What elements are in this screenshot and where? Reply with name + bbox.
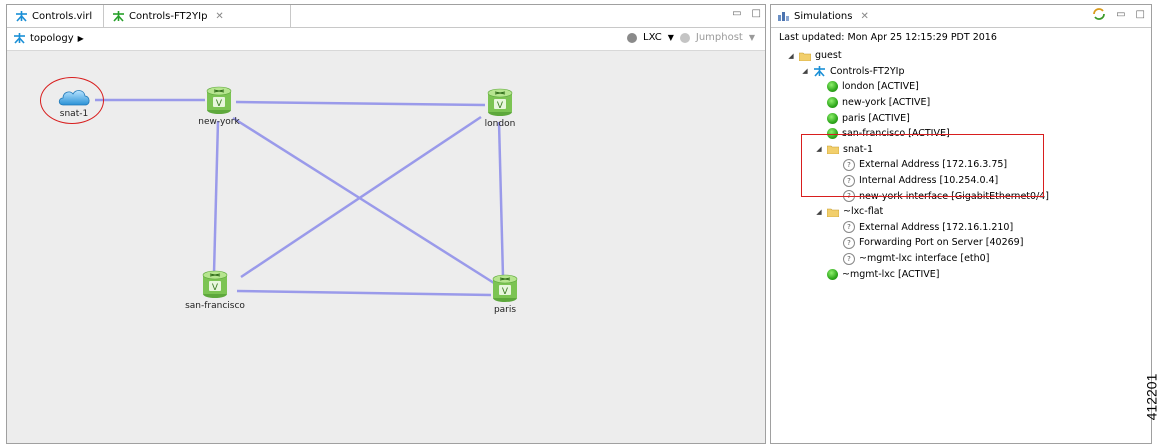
router-icon: V (492, 274, 518, 302)
editor-toolbar: topology ▶ LXC ▼ Jumphost ▼ (7, 28, 765, 51)
router-icon: V (202, 270, 228, 298)
tree-label: ~lxc-flat (843, 206, 884, 218)
topology-canvas[interactable]: snat-1 V new-york V london V san-francis… (7, 51, 765, 443)
lxc-label: LXC (643, 32, 662, 43)
tab-label: Controls.virl (32, 10, 93, 22)
node-london[interactable]: V london (460, 87, 540, 129)
snat-highlight-box (801, 134, 1044, 197)
active-status-icon (827, 268, 838, 280)
node-label: new-york (198, 117, 240, 127)
maximize-icon[interactable]: □ (752, 8, 761, 19)
refresh-icon[interactable] (1092, 8, 1106, 20)
tree-item-guest[interactable]: ◢ guest (771, 48, 1151, 64)
folder-icon (827, 208, 839, 217)
help-icon: ? (843, 236, 855, 249)
editor-tabbar: Controls.virl Controls-FT2YIp ✕ ▭ □ (7, 5, 765, 28)
link-london-paris (497, 121, 505, 278)
help-icon: ? (843, 252, 855, 265)
jumphost-label: Jumphost (695, 32, 743, 43)
active-status-icon (827, 112, 838, 124)
last-updated-text: Last updated: Mon Apr 25 12:15:29 PDT 20… (779, 32, 997, 43)
expand-arrow-icon[interactable]: ◢ (787, 52, 795, 60)
tree-item-lxc-interface[interactable]: ? ~mgmt-lxc interface [eth0] (771, 251, 1151, 267)
breadcrumb-label: topology (30, 32, 74, 44)
router-icon: V (206, 86, 232, 114)
tree-label: london [ACTIVE] (842, 81, 919, 93)
tree-label: Controls-FT2YIp (830, 65, 905, 77)
router-icon: V (487, 88, 513, 116)
tree-label: guest (815, 50, 842, 62)
active-status-icon (827, 81, 838, 93)
maximize-icon[interactable]: □ (1136, 9, 1145, 20)
svg-text:V: V (216, 99, 223, 109)
link-newyork-london (235, 100, 486, 107)
link-newyork-paris (232, 116, 495, 285)
minimize-icon[interactable]: ▭ (732, 8, 741, 19)
lxc-icon (627, 32, 638, 43)
tree-label: new-york [ACTIVE] (842, 97, 931, 109)
tab-label: Simulations (794, 10, 853, 22)
breadcrumb[interactable]: topology ▶ (13, 32, 84, 44)
simulations-panel: Simulations ✕ ▭ □ Last updated: Mon Apr … (770, 4, 1152, 444)
node-label: paris (493, 305, 517, 315)
topology-editor: Controls.virl Controls-FT2YIp ✕ ▭ □ topo… (6, 4, 766, 444)
expand-arrow-icon[interactable]: ◢ (801, 67, 809, 75)
help-icon: ? (843, 221, 855, 234)
topology-icon (113, 11, 124, 22)
tree-item-lxc-flat[interactable]: ◢ ~lxc-flat (771, 204, 1151, 220)
snat-highlight-circle (40, 77, 104, 124)
tree-label: Forwarding Port on Server [40269] (859, 237, 1024, 249)
link-sanfrancisco-paris (236, 289, 492, 297)
tree-item-simulation[interactable]: ◢ Controls-FT2YIp (771, 64, 1151, 80)
expand-arrow-icon[interactable]: ◢ (815, 208, 823, 216)
tab-controls-virl[interactable]: Controls.virl (7, 5, 109, 27)
svg-text:V: V (212, 283, 219, 293)
tree-item-new-york[interactable]: new-york [ACTIVE] (771, 95, 1151, 111)
topology-links (95, 98, 505, 297)
node-label: london (484, 119, 516, 129)
chevron-right-icon: ▶ (77, 33, 84, 43)
tab-label: Controls-FT2YIp (129, 10, 208, 22)
node-new-york[interactable]: V new-york (179, 85, 259, 127)
tree-item-mgmt-lxc[interactable]: ~mgmt-lxc [ACTIVE] (771, 266, 1151, 282)
tree-label: External Address [172.16.1.210] (859, 221, 1014, 233)
active-status-icon (827, 97, 838, 109)
tree-label: paris [ACTIVE] (842, 112, 910, 124)
figure-number: 412201 (1143, 364, 1165, 436)
simulations-tabbar: Simulations ✕ ▭ □ (771, 5, 1151, 28)
link-newyork-sanfrancisco (212, 120, 220, 274)
jumphost-dropdown-icon[interactable]: ▼ (749, 33, 755, 42)
tree-item-paris[interactable]: paris [ACTIVE] (771, 110, 1151, 126)
close-icon[interactable]: ✕ (215, 11, 223, 22)
tree-item-lxc-external[interactable]: ? External Address [172.16.1.210] (771, 220, 1151, 236)
svg-text:V: V (497, 101, 504, 111)
tree-label: ~mgmt-lxc [ACTIVE] (842, 268, 940, 280)
topology-icon (16, 11, 27, 22)
topology-icon (814, 66, 825, 77)
node-san-francisco[interactable]: V san-francisco (175, 269, 255, 311)
tab-controls-ft2yip[interactable]: Controls-FT2YIp ✕ (103, 5, 291, 27)
topology-icon (14, 33, 25, 44)
simulations-icon (778, 12, 789, 21)
lxc-dropdown-icon[interactable]: ▼ (668, 33, 674, 42)
svg-text:V: V (502, 287, 509, 297)
jumphost-icon (679, 32, 690, 43)
node-label: san-francisco (185, 301, 245, 311)
tree-item-london[interactable]: london [ACTIVE] (771, 79, 1151, 95)
tree-item-lxc-forwarding[interactable]: ? Forwarding Port on Server [40269] (771, 235, 1151, 251)
minimize-icon[interactable]: ▭ (1116, 9, 1125, 20)
folder-icon (799, 52, 811, 61)
node-paris[interactable]: V paris (465, 273, 545, 315)
figure-number-text: 412201 (1143, 373, 1160, 421)
tree-label: ~mgmt-lxc interface [eth0] (859, 253, 990, 265)
close-icon[interactable]: ✕ (860, 11, 868, 22)
tab-simulations[interactable]: Simulations ✕ (777, 5, 869, 27)
